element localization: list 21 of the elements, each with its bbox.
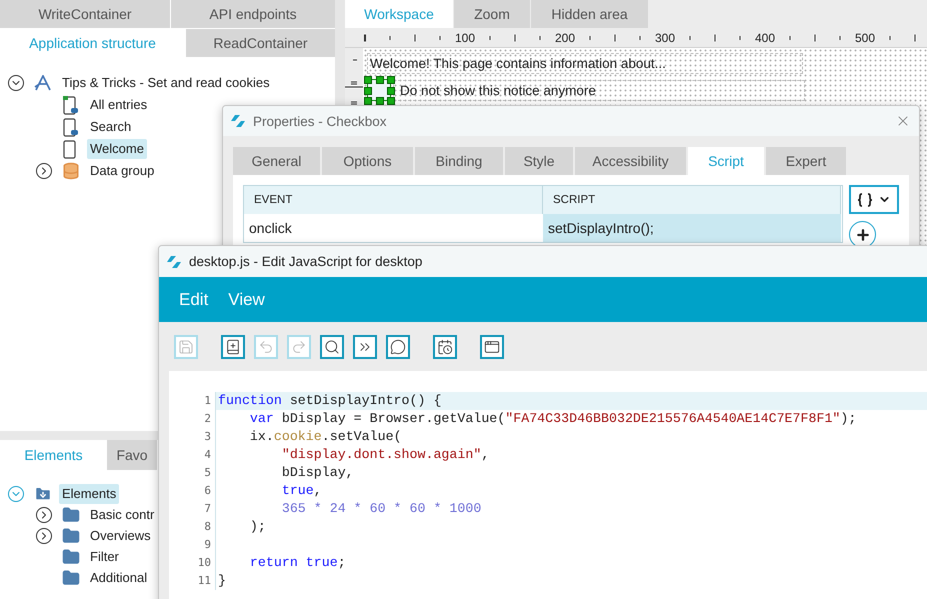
checkbox-label: Do not show this notice anymore (393, 80, 805, 100)
ruler-label: 300 (654, 30, 676, 47)
code-line: bDisplay, (280, 464, 354, 482)
ruler-label: 100 (454, 30, 476, 47)
ruler-label: 500 (854, 30, 876, 47)
code-line: return true; (248, 554, 346, 572)
ruler-label: 200 (554, 30, 576, 47)
column-header: SCRIPT (543, 186, 841, 214)
code-line: } (217, 572, 226, 590)
window-title: desktop.js - Edit JavaScript for desktop (189, 254, 424, 269)
code-line: ix.cookie.setValue( (248, 428, 402, 446)
ruler-label: 400 (754, 30, 776, 47)
code-line: var bDisplay = Browser.getValue("FA74C33D46BB032DE215576A4540AE14C7E7F8F1"); (248, 410, 856, 428)
column-header: EVENT (244, 186, 543, 214)
code-line: ); (248, 518, 266, 536)
code-line: 365 * 24 * 60 * 60 * 1000 (280, 500, 482, 518)
code-line: true, (280, 482, 322, 500)
line-number: 1 (169, 392, 215, 410)
code-line: function setDisplayIntro() { (217, 392, 442, 410)
code-line: "display.dont.show.again", (280, 446, 490, 464)
dialog-title: Properties - Checkbox (253, 114, 388, 128)
